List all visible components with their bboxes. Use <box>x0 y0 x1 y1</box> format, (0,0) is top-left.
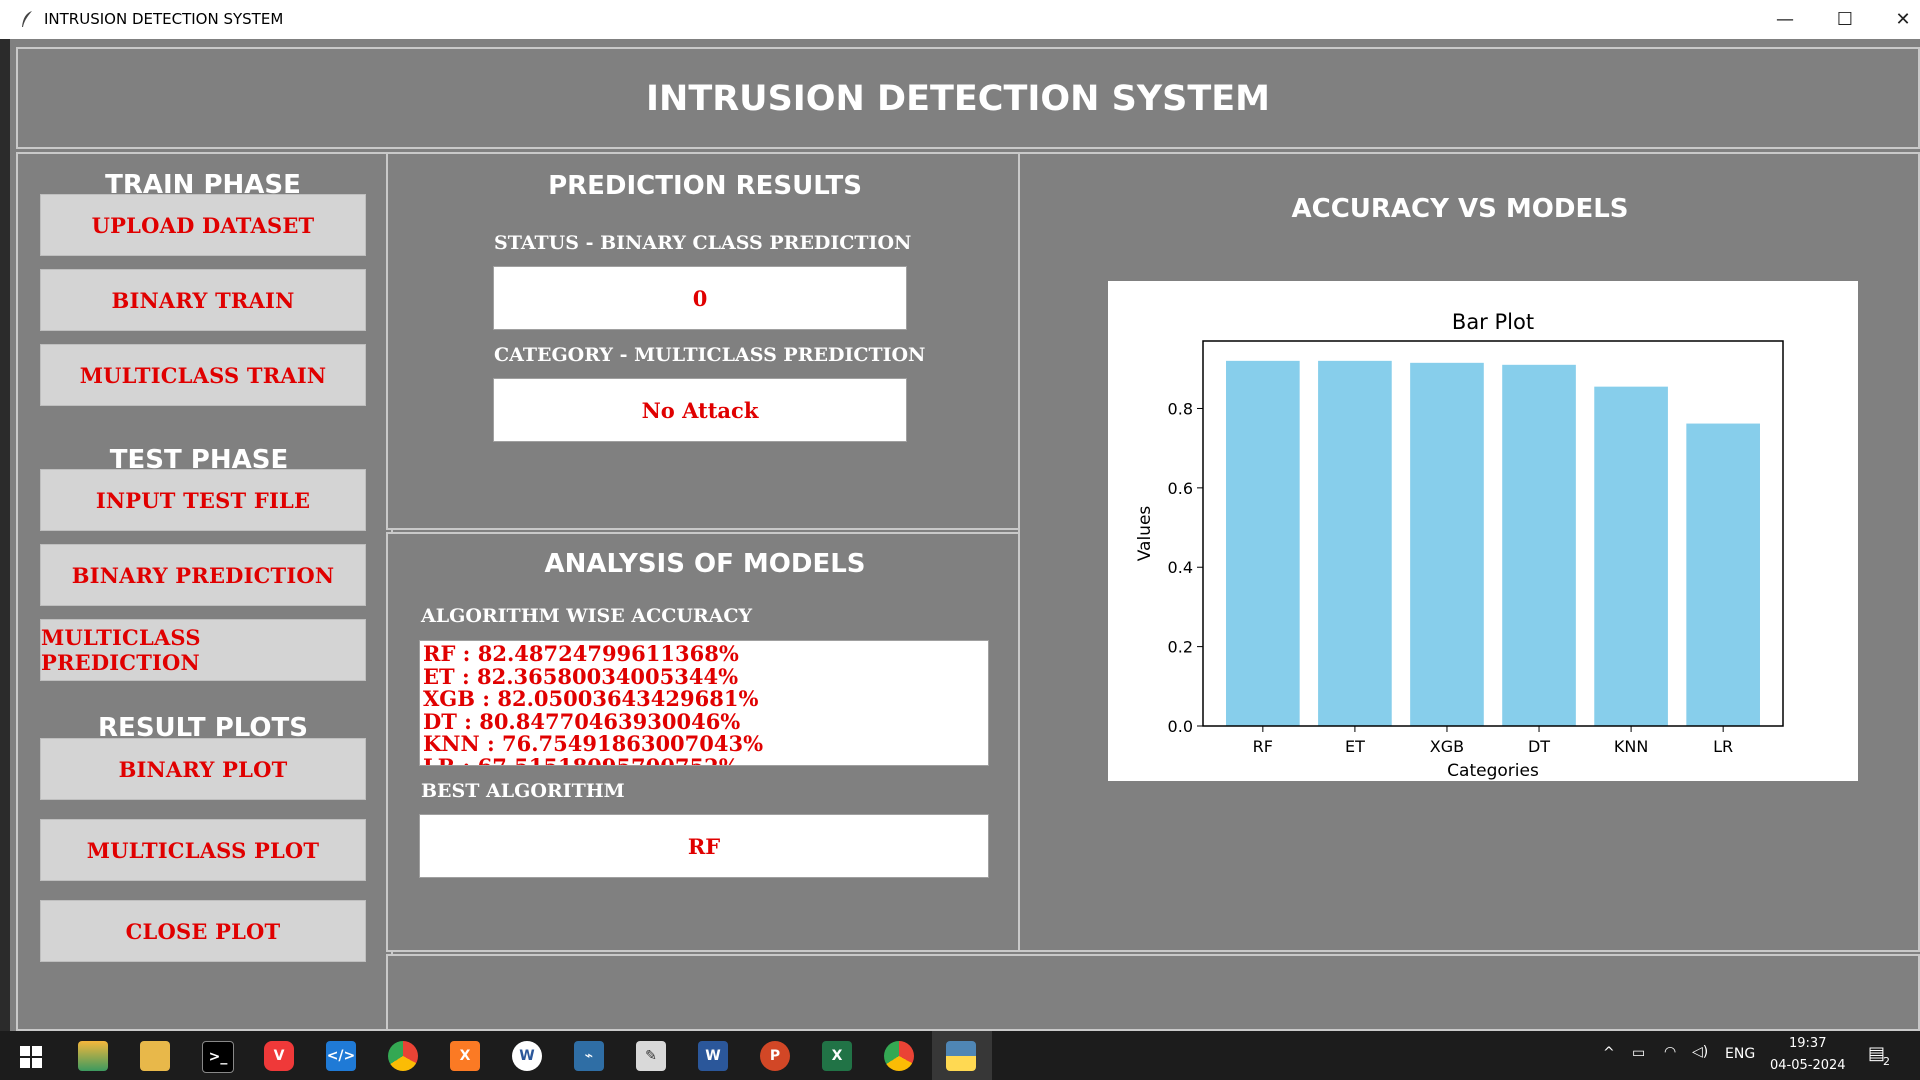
close-plot-button[interactable]: CLOSE PLOT <box>40 900 366 962</box>
window-title: INTRUSION DETECTION SYSTEM <box>44 10 284 28</box>
accuracy-panel: ACCURACY VS MODELS Bar Plot RF ET XGB DT KNN L… <box>1018 152 1920 952</box>
accuracy-line: XGB : 82.05003643429681% <box>423 686 759 711</box>
x-tick-label: XGB <box>1430 737 1464 756</box>
control-panel: TRAIN PHASE UPLOAD DATASET BINARY TRAIN … <box>16 152 393 1031</box>
accuracy-line: DT : 80.84770463930046% <box>423 708 741 734</box>
chart-bar <box>1594 386 1668 726</box>
accuracy-line: KNN : 76.75491863007043% <box>423 731 764 756</box>
y-axis-label: Values <box>1135 506 1155 562</box>
category-label: CATEGORY - MULTICLASS PREDICTION <box>494 344 926 366</box>
multiclass-prediction-button[interactable]: MULTICLASS PREDICTION <box>40 619 366 681</box>
clock-date[interactable]: 04-05-2024 <box>1770 1058 1846 1073</box>
language-indicator[interactable]: ENG <box>1725 1046 1755 1062</box>
best-algorithm-field: RF <box>419 814 989 878</box>
analysis-panel: ANALYSIS OF MODELS ALGORITHM WISE ACCURA… <box>386 532 1026 952</box>
layers-app-icon[interactable] <box>78 1041 108 1071</box>
chart-bar <box>1410 362 1484 726</box>
header-panel: INTRUSION DETECTION SYSTEM <box>16 47 1920 149</box>
word-icon[interactable]: W <box>698 1041 728 1071</box>
output-panel <box>386 954 1920 1031</box>
chrome-profile-icon[interactable] <box>884 1041 914 1071</box>
upload-dataset-button[interactable]: UPLOAD DATASET <box>40 194 366 256</box>
xampp-icon[interactable]: X <box>450 1041 480 1071</box>
y-tick-label: 0.4 <box>1168 558 1193 577</box>
minimize-button[interactable]: — <box>1762 0 1808 39</box>
chart-title: Bar Plot <box>1452 310 1534 334</box>
battery-icon[interactable]: ▭ <box>1632 1045 1645 1061</box>
mysql-workbench-icon[interactable]: ⌁ <box>574 1041 604 1071</box>
accuracy-line: RF : 82.48724799611368% <box>423 641 739 666</box>
binary-train-button[interactable]: BINARY TRAIN <box>40 269 366 331</box>
x-tick-label: ET <box>1345 737 1365 756</box>
y-tick-label: 0.6 <box>1168 479 1193 498</box>
x-tick-label: DT <box>1528 737 1550 756</box>
word-online-icon[interactable]: W <box>512 1041 542 1071</box>
x-tick-label: LR <box>1713 737 1733 756</box>
chrome-icon[interactable] <box>388 1041 418 1071</box>
excel-icon[interactable]: X <box>822 1041 852 1071</box>
y-tick-label: 0.0 <box>1168 717 1193 736</box>
active-app-highlight <box>932 1031 992 1080</box>
speaker-icon[interactable]: ◁) <box>1692 1044 1708 1060</box>
file-explorer-icon[interactable] <box>140 1041 170 1071</box>
window-titlebar: INTRUSION DETECTION SYSTEM — ☐ ✕ <box>0 0 1920 39</box>
taskbar: >_ V </> X W ⌁ ✎ W P X ^ ▭ ◠ ◁) ENG 19:3… <box>0 1031 1920 1080</box>
chart-bar <box>1502 364 1576 726</box>
accuracy-list[interactable]: RF : 82.48724799611368% ET : 82.36580034… <box>419 640 989 766</box>
prediction-panel: PREDICTION RESULTS STATUS - BINARY CLASS… <box>386 152 1026 530</box>
analysis-heading: ANALYSIS OF MODELS <box>544 549 866 579</box>
y-tick-label: 0.8 <box>1168 399 1193 418</box>
accuracy-heading: ACCURACY VS MODELS <box>1291 194 1629 224</box>
x-axis-label: Categories <box>1447 761 1539 781</box>
accuracy-label: ALGORITHM WISE ACCURACY <box>421 605 753 627</box>
app-window: INTRUSION DETECTION SYSTEM TRAIN PHASE U… <box>10 39 1920 1031</box>
clock-time[interactable]: 19:37 <box>1789 1036 1826 1051</box>
multiclass-train-button[interactable]: MULTICLASS TRAIN <box>40 344 366 406</box>
x-tick-label: KNN <box>1614 737 1648 756</box>
bar-plot-canvas: Bar Plot RF ET XGB DT KNN LR 0.0 0.2 0.4 0.6 0.8 Cat… <box>1108 281 1858 781</box>
best-algorithm-label: BEST ALGORITHM <box>421 780 625 802</box>
multiclass-plot-button[interactable]: MULTICLASS PLOT <box>40 819 366 881</box>
notepad-icon[interactable]: ✎ <box>636 1041 666 1071</box>
status-label: STATUS - BINARY CLASS PREDICTION <box>494 232 912 254</box>
category-field: No Attack <box>493 378 907 442</box>
close-window-button[interactable]: ✕ <box>1880 0 1920 39</box>
vscode-icon[interactable]: </> <box>326 1041 356 1071</box>
vivaldi-icon[interactable]: V <box>264 1041 294 1071</box>
chart-bar <box>1318 360 1392 726</box>
terminal-icon[interactable]: >_ <box>202 1041 234 1073</box>
prediction-heading: PREDICTION RESULTS <box>548 171 862 201</box>
app-heading: INTRUSION DETECTION SYSTEM <box>646 79 1270 119</box>
powerpoint-icon[interactable]: P <box>760 1041 790 1071</box>
notification-count: 2 <box>1883 1055 1890 1068</box>
status-field: 0 <box>493 266 907 330</box>
maximize-button[interactable]: ☐ <box>1822 0 1868 39</box>
wifi-icon[interactable]: ◠ <box>1664 1044 1676 1060</box>
chevron-up-icon[interactable]: ^ <box>1603 1045 1615 1061</box>
input-test-file-button[interactable]: INPUT TEST FILE <box>40 469 366 531</box>
chart-bar <box>1686 423 1760 726</box>
feather-icon <box>22 11 32 27</box>
windows-start-icon[interactable] <box>20 1046 42 1068</box>
binary-plot-button[interactable]: BINARY PLOT <box>40 738 366 800</box>
x-tick-label: RF <box>1253 737 1273 756</box>
binary-prediction-button[interactable]: BINARY PREDICTION <box>40 544 366 606</box>
y-tick-label: 0.2 <box>1168 638 1193 657</box>
accuracy-line: ET : 82.36580034005344% <box>423 663 739 689</box>
chart-bar <box>1226 360 1300 726</box>
bar-chart: Bar Plot RF ET XGB DT KNN LR 0.0 0.2 0.4 0.6 0.8 Cat… <box>1135 310 1784 781</box>
accuracy-line: LR : 67.51518095700752% <box>423 753 739 766</box>
